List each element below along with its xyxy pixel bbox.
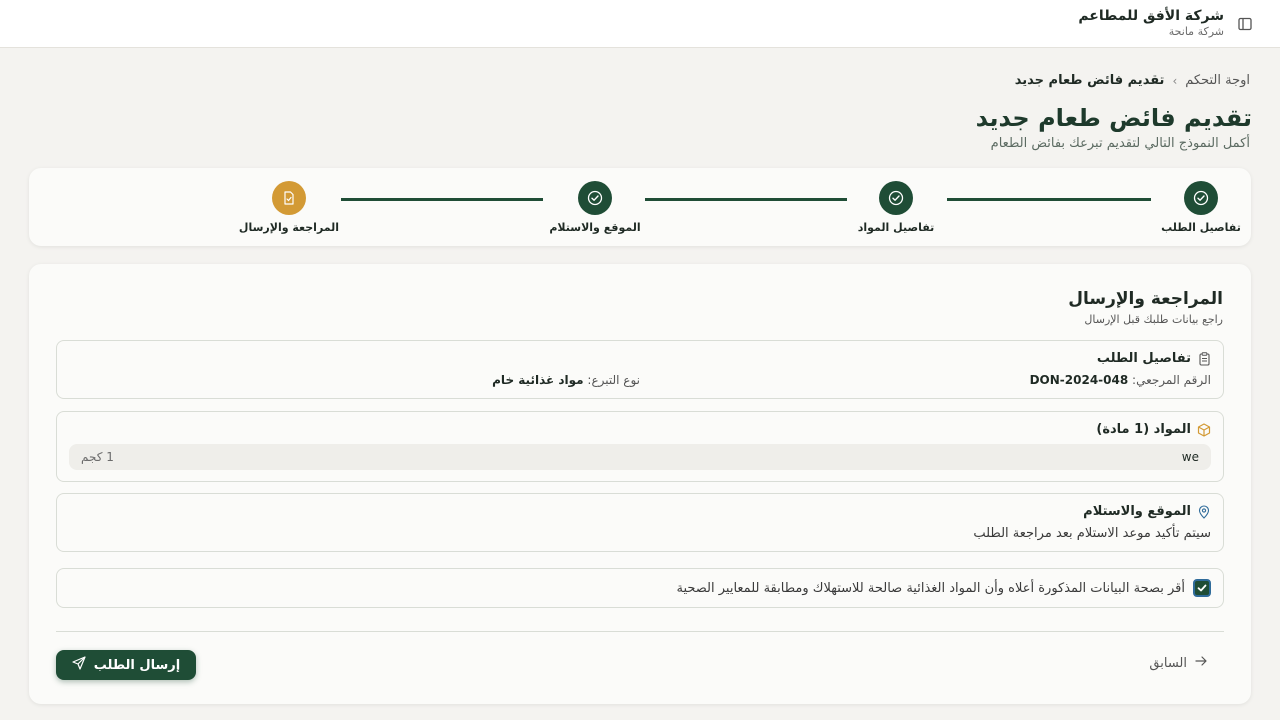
location-title: الموقع والاستلام xyxy=(1083,504,1191,519)
document-check-icon xyxy=(272,181,306,215)
breadcrumb: اوجة التحكم › تقديم فائض طعام جديد xyxy=(1015,73,1250,88)
company-type: شركة مانحة xyxy=(1168,25,1224,38)
check-circle-icon xyxy=(578,181,612,215)
page-subtitle: أكمل النموذج التالي لتقديم تبرعك بفائض ا… xyxy=(990,136,1250,151)
request-details-title: تفاصيل الطلب xyxy=(1096,351,1191,366)
reference-number: الرقم المرجعي: DON-2024-048 xyxy=(1030,373,1211,387)
reference-label: الرقم المرجعي: xyxy=(1132,373,1211,387)
step-connector xyxy=(341,198,543,201)
step-label: الموقع والاستلام xyxy=(549,221,641,234)
location-note: سيتم تأكيد موعد الاستلام بعد مراجعة الطل… xyxy=(973,526,1211,541)
step-items-details[interactable]: تفاصيل المواد xyxy=(826,181,966,234)
company-info: شركة الأفق للمطاعم شركة مانحة xyxy=(1078,7,1224,39)
step-review-submit[interactable]: المراجعة والإرسال xyxy=(219,181,359,234)
step-label: تفاصيل المواد xyxy=(857,221,935,234)
confirmation-checkbox[interactable] xyxy=(1193,579,1211,597)
previous-button[interactable]: السابق xyxy=(1149,655,1207,671)
arrow-right-icon xyxy=(1195,655,1207,671)
step-connector xyxy=(947,198,1151,201)
breadcrumb-separator: › xyxy=(1172,73,1178,88)
donation-type: نوع التبرع: مواد غذائية خام xyxy=(492,373,640,387)
request-details-header: تفاصيل الطلب xyxy=(1097,351,1211,366)
send-icon xyxy=(72,656,86,674)
step-label: تفاصيل الطلب xyxy=(1161,221,1241,234)
items-box: المواد (1 مادة) we 1 كجم xyxy=(56,411,1224,482)
donation-type-value: مواد غذائية خام xyxy=(492,373,584,387)
sidebar-panel-icon[interactable] xyxy=(1236,15,1254,33)
list-item: we 1 كجم xyxy=(69,444,1211,470)
breadcrumb-current: تقديم فائض طعام جديد xyxy=(1014,73,1165,88)
step-label: المراجعة والإرسال xyxy=(238,221,340,234)
item-name: we xyxy=(1181,450,1199,464)
confirmation-box: أقر بصحة البيانات المذكورة أعلاه وأن الم… xyxy=(56,568,1224,608)
confirmation-text: أقر بصحة البيانات المذكورة أعلاه وأن الم… xyxy=(676,580,1185,596)
item-quantity: 1 كجم xyxy=(81,450,114,464)
location-box: الموقع والاستلام سيتم تأكيد موعد الاستلا… xyxy=(56,493,1224,552)
items-title: المواد (1 مادة) xyxy=(1096,422,1191,437)
donation-type-label: نوع التبرع: xyxy=(587,373,640,387)
confirmation-row: أقر بصحة البيانات المذكورة أعلاه وأن الم… xyxy=(676,579,1211,597)
section-title: المراجعة والإرسال xyxy=(1068,289,1223,309)
submit-request-button[interactable]: إرسال الطلب xyxy=(56,650,196,680)
check-circle-icon xyxy=(1184,181,1218,215)
submit-label: إرسال الطلب xyxy=(93,657,181,673)
request-details-box: تفاصيل الطلب الرقم المرجعي: DON-2024-048… xyxy=(56,340,1224,399)
section-subtitle: راجع بيانات طلبك قبل الإرسال xyxy=(1084,313,1223,326)
page-title: تقديم فائض طعام جديد xyxy=(975,104,1252,132)
review-card: المراجعة والإرسال راجع بيانات طلبك قبل ا… xyxy=(29,264,1251,704)
previous-label: السابق xyxy=(1149,655,1187,671)
step-connector xyxy=(645,198,847,201)
reference-value: DON-2024-048 xyxy=(1029,373,1129,387)
step-request-details[interactable]: تفاصيل الطلب xyxy=(1131,181,1271,234)
check-circle-icon xyxy=(879,181,913,215)
company-name: شركة الأفق للمطاعم xyxy=(1078,8,1224,24)
breadcrumb-home-link[interactable]: اوجة التحكم xyxy=(1185,73,1250,88)
step-location-pickup[interactable]: الموقع والاستلام xyxy=(525,181,665,234)
package-icon xyxy=(1197,422,1211,437)
divider xyxy=(56,631,1224,632)
stepper: تفاصيل الطلب تفاصيل المواد الموقع والاست… xyxy=(29,168,1251,246)
location-header: الموقع والاستلام xyxy=(1083,504,1211,519)
map-pin-icon xyxy=(1197,504,1211,519)
items-header: المواد (1 مادة) xyxy=(1096,422,1211,437)
top-bar: شركة الأفق للمطاعم شركة مانحة xyxy=(0,0,1280,48)
clipboard-icon xyxy=(1197,351,1211,366)
